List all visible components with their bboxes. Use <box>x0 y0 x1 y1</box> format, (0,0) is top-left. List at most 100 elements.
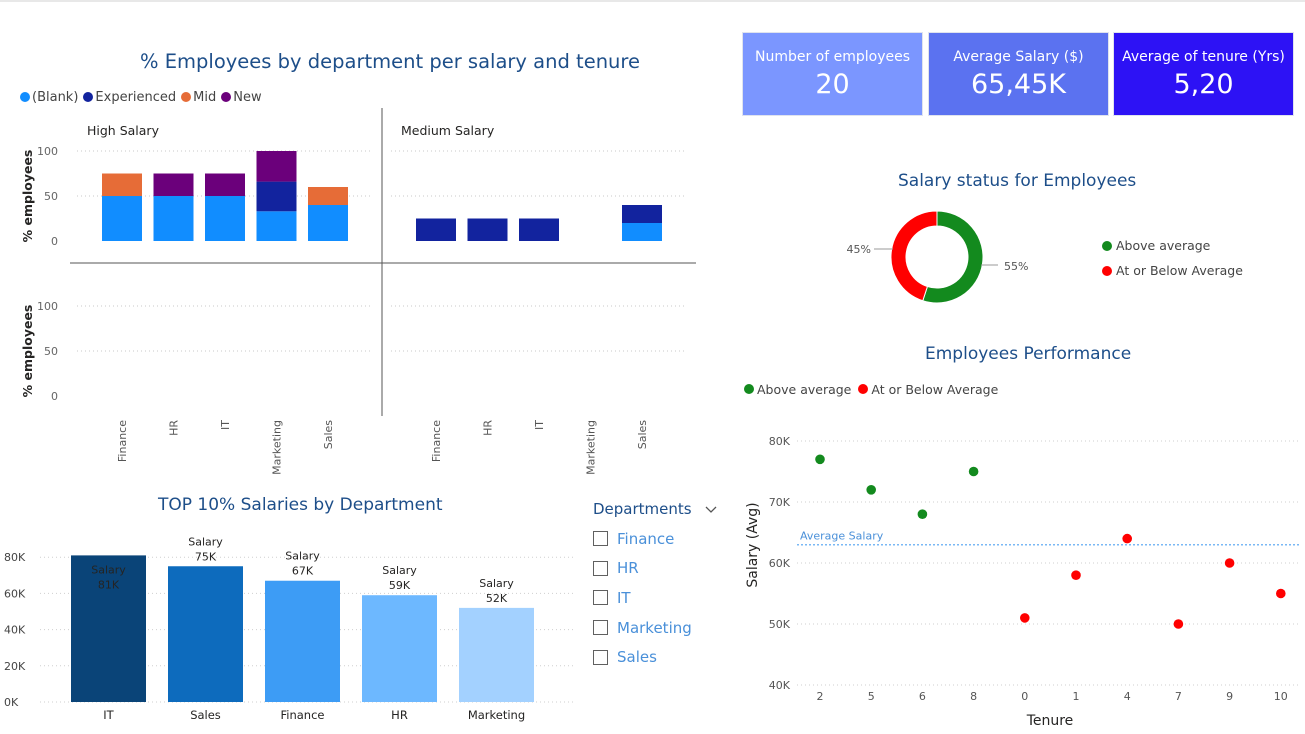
x-tick-label: Sales <box>190 708 221 722</box>
slicer-item-sales[interactable]: Sales <box>593 642 718 672</box>
y-tick-label: 100 <box>37 145 58 158</box>
x-tick-label: Sales <box>322 420 335 450</box>
y-tick-label: 50K <box>769 618 791 631</box>
data-label: 81K <box>98 578 120 591</box>
slicer-item-marketing[interactable]: Marketing <box>593 613 718 643</box>
x-tick-label: Marketing <box>585 420 598 475</box>
bar-segment <box>467 218 508 241</box>
slicer-item-it[interactable]: IT <box>593 583 718 613</box>
legend-label: Above average <box>1116 238 1211 253</box>
kpi-value: 5,20 <box>1173 69 1234 100</box>
kpi-label: Average of tenure (Yrs) <box>1122 49 1285 65</box>
y-tick-label: 50 <box>44 345 58 358</box>
y-tick-label: 40K <box>4 624 26 637</box>
slice-pct-label: 55% <box>1004 260 1028 273</box>
top-border <box>0 0 1305 2</box>
legend-label: At or Below Average <box>1116 263 1243 278</box>
legend-label: At or Below Average <box>871 381 999 397</box>
y-tick-label: 20K <box>4 660 26 673</box>
legend-item[interactable]: Above average <box>744 382 851 397</box>
panel-label: Medium Salary <box>401 123 495 138</box>
slicer-header[interactable]: Departments <box>593 498 718 520</box>
x-tick-label: IT <box>533 420 546 430</box>
kpi-card-avg-tenure: Average of tenure (Yrs) 5,20 <box>1113 32 1294 116</box>
kpi-label: Average Salary ($) <box>953 49 1084 65</box>
slicer-item-label: IT <box>617 588 631 607</box>
legend-label: Above average <box>757 381 852 397</box>
checkbox[interactable] <box>593 649 608 665</box>
bar-segment <box>256 211 297 241</box>
bar-segment <box>102 196 142 241</box>
slicer-item-label: HR <box>617 559 639 578</box>
scatter-chart-title: Employees Performance <box>925 344 1132 364</box>
x-tick-label: 5 <box>868 690 875 703</box>
x-tick-label: Finance <box>116 420 129 462</box>
x-tick-label: 2 <box>817 690 824 703</box>
x-tick-label: Sales <box>636 420 649 450</box>
slicer-item-hr[interactable]: HR <box>593 554 718 584</box>
scatter-point <box>1276 588 1286 599</box>
x-tick-label: 8 <box>970 690 977 703</box>
x-tick-label: HR <box>482 420 495 436</box>
x-tick-label: 9 <box>1226 690 1233 703</box>
y-tick-label: 60K <box>769 557 791 570</box>
slicer-item-finance[interactable]: Finance <box>593 524 718 554</box>
x-tick-label: 1 <box>1073 690 1080 703</box>
bar-segment <box>256 181 297 212</box>
scatter-point <box>866 485 876 495</box>
y-tick-label: 60K <box>4 587 26 600</box>
y-tick-label: 0 <box>51 235 58 248</box>
legend-item[interactable]: At or Below Average <box>858 382 998 397</box>
bar <box>265 580 340 702</box>
y-axis-label: % employees <box>20 305 35 398</box>
y-tick-label: 0 <box>51 390 58 403</box>
bar-segment <box>102 173 142 196</box>
slice-pct-label: 45% <box>847 243 871 256</box>
data-label: 67K <box>292 565 314 578</box>
chevron-down-icon[interactable] <box>704 502 718 516</box>
kpi-card-avg-salary: Average Salary ($) 65,45K <box>928 32 1109 116</box>
top-salaries-bar-chart: 0K 20K 40K 60K 80K Salary 81K IT Salary 75K Sales S… <box>4 535 575 722</box>
kpi-value: 65,45K <box>970 69 1066 100</box>
bar-segment <box>416 218 456 241</box>
scatter-point <box>1122 533 1132 544</box>
checkbox[interactable] <box>593 590 608 606</box>
scatter-point <box>815 454 825 465</box>
slicer-title: Departments <box>593 500 692 518</box>
legend-dot-icon <box>1102 241 1112 251</box>
data-label-title: Salary <box>188 535 223 548</box>
slicer-item-label: Marketing <box>617 618 692 637</box>
scatter-chart-legend: Above average At or Below Average <box>744 379 1005 398</box>
bar-segment <box>205 196 245 241</box>
top-salaries-chart-title: TOP 10% Salaries by Department <box>158 495 443 515</box>
data-label-title: Salary <box>91 563 126 576</box>
x-tick-label: Finance <box>430 420 443 462</box>
bar-segment <box>153 196 194 241</box>
kpi-label: Number of employees <box>754 49 911 65</box>
checkbox[interactable] <box>593 620 608 636</box>
data-label: 52K <box>486 592 508 605</box>
checkbox[interactable] <box>593 560 608 576</box>
y-tick-label: 100 <box>37 300 58 313</box>
checkbox[interactable] <box>593 531 608 547</box>
x-tick-label: IT <box>103 708 114 722</box>
x-tick-label: Marketing <box>271 420 284 475</box>
bar-segment <box>308 187 348 205</box>
data-label-title: Salary <box>479 577 514 590</box>
donut-chart: 55% 45% Above average At or Below Average <box>847 210 1243 304</box>
x-tick-label: HR <box>168 420 181 436</box>
x-tick-label: 10 <box>1274 690 1288 703</box>
x-tick-label: 4 <box>1124 690 1131 703</box>
kpi-value: 20 <box>815 69 850 100</box>
legend-dot-icon <box>744 384 754 394</box>
slicer-item-label: Finance <box>617 529 675 548</box>
y-axis-label: Salary (Avg) <box>745 502 761 587</box>
scatter-point <box>1224 558 1235 568</box>
bar-segment <box>256 151 297 182</box>
data-label-title: Salary <box>285 550 320 563</box>
bar-segment <box>153 173 194 196</box>
x-tick-label: 7 <box>1175 690 1182 703</box>
departments-slicer: Departments Finance HR IT Marketing Sale… <box>593 498 718 672</box>
scatter-chart: 40K 50K 60K 70K 80K Average Salary 2 5 6 8 0 1 4 7 9 10… <box>745 435 1300 729</box>
y-tick-label: 70K <box>769 496 791 509</box>
